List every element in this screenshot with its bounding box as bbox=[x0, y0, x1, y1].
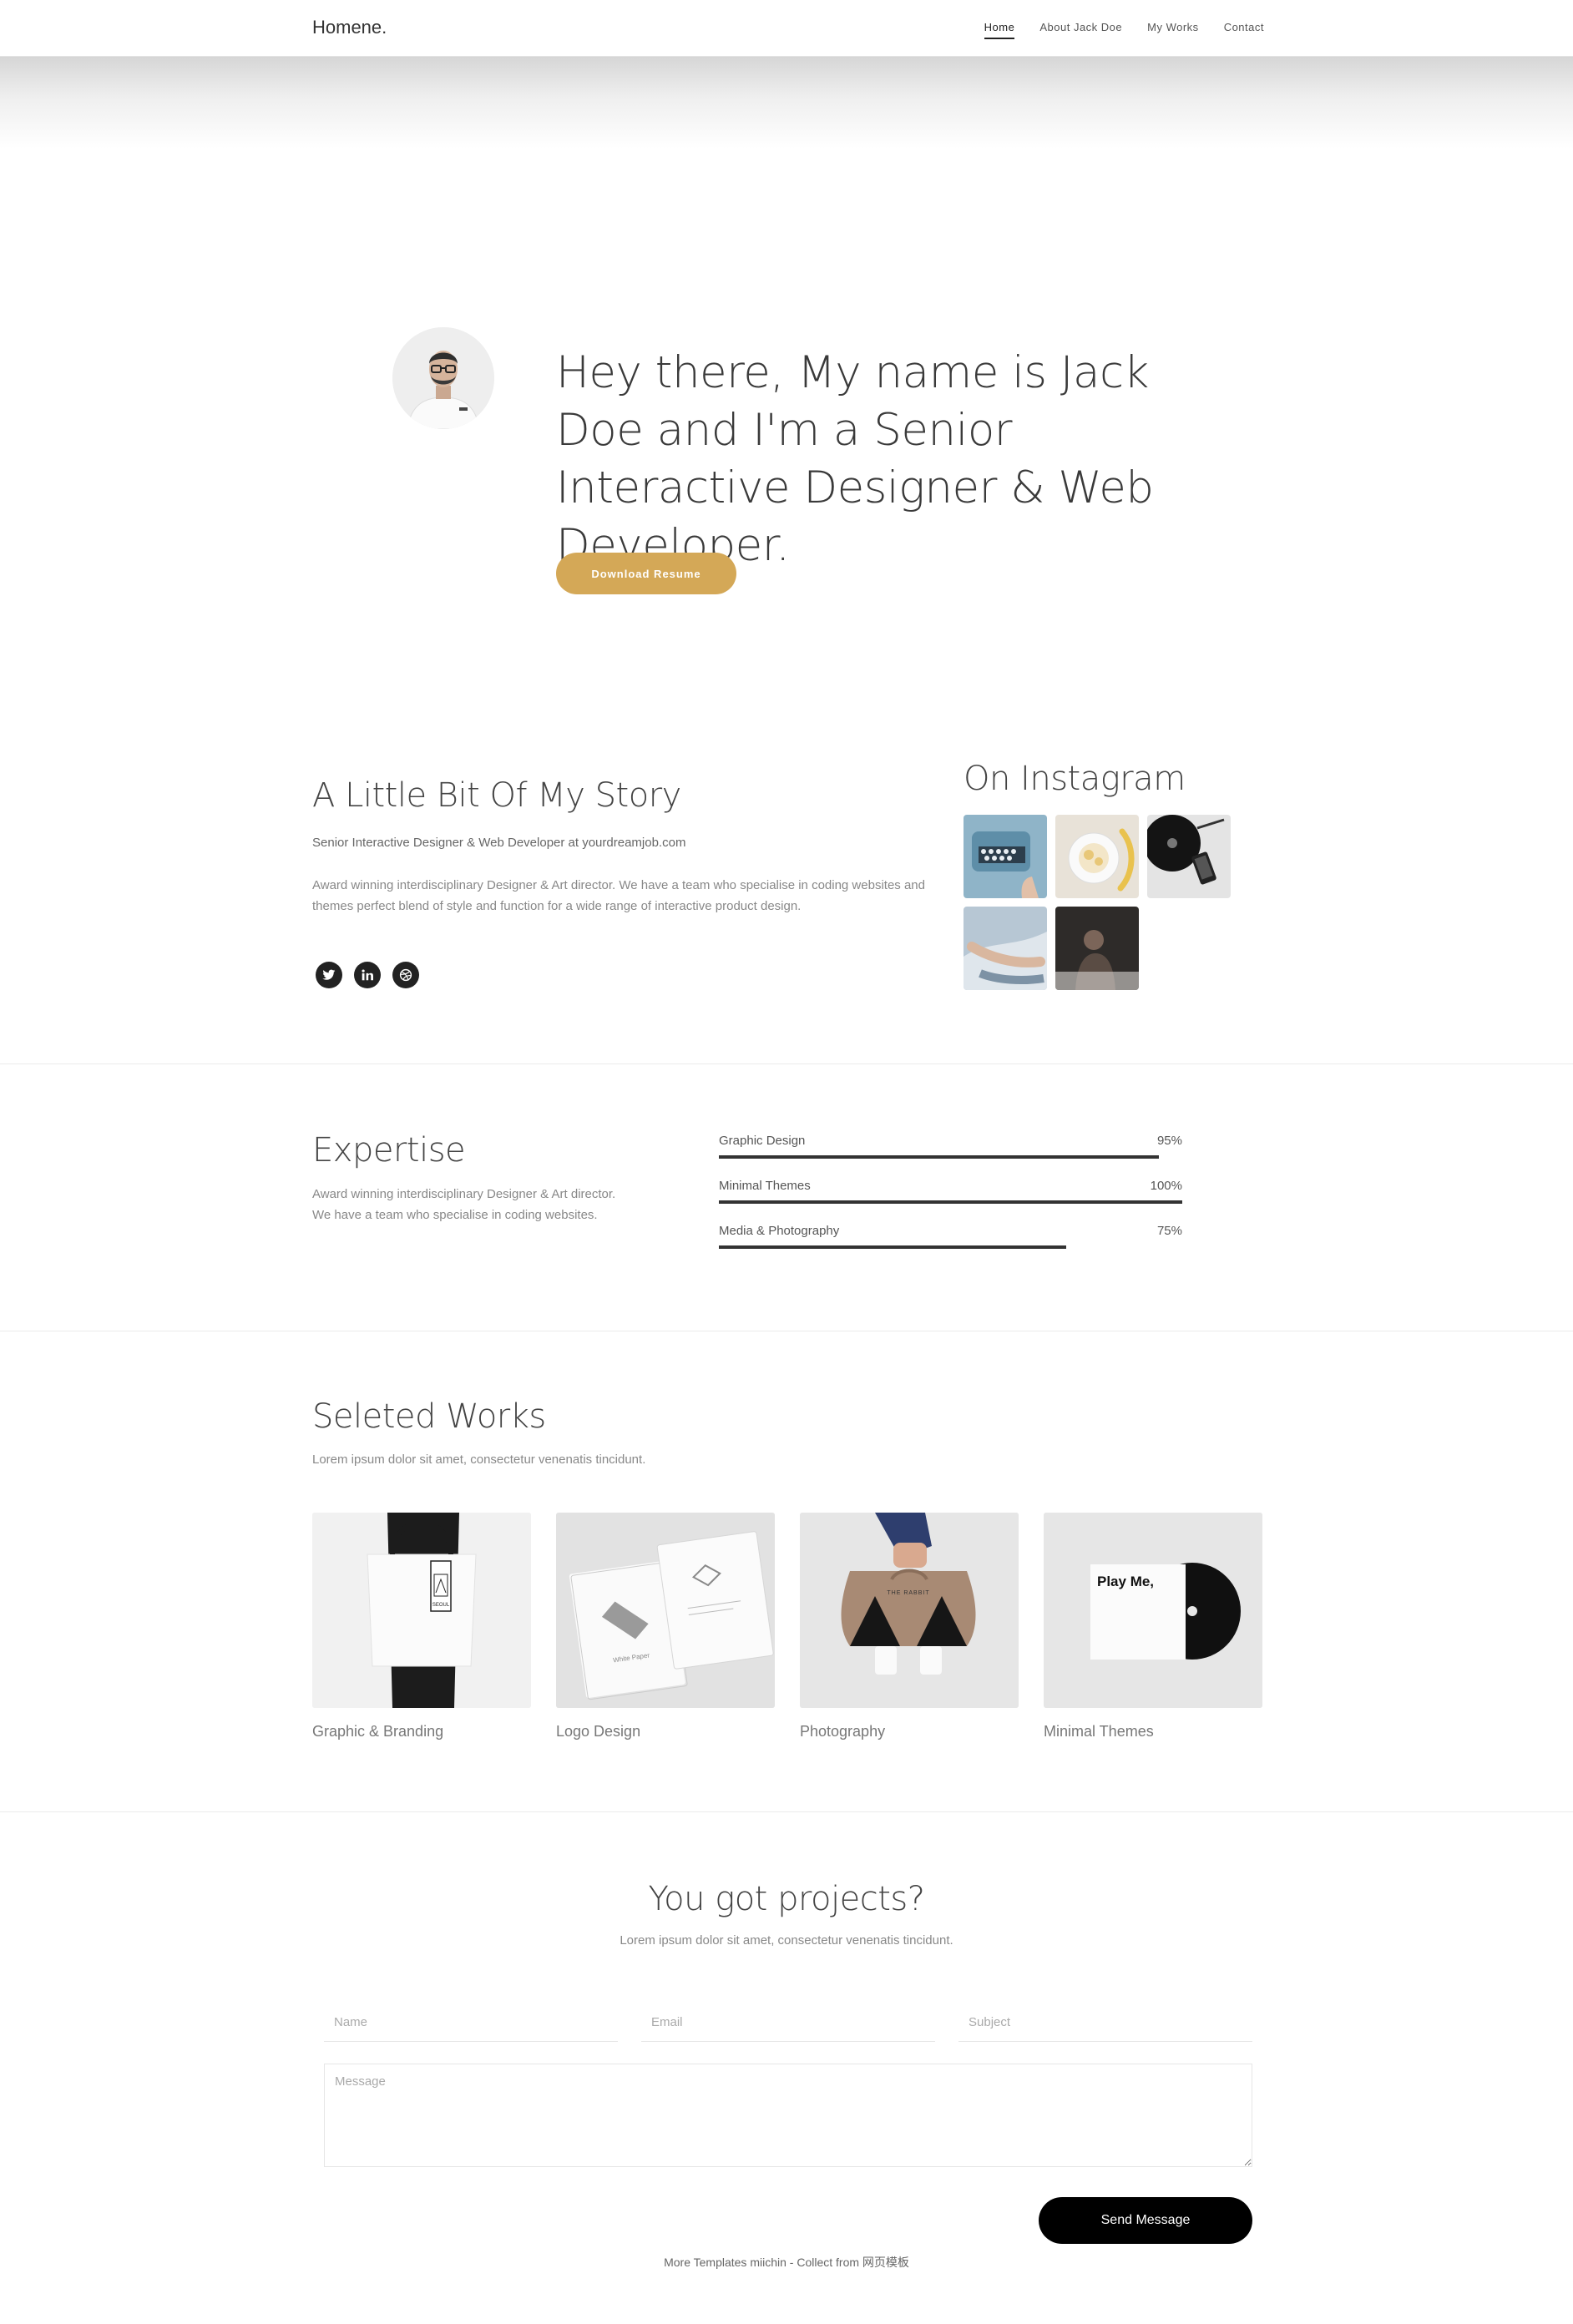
top-navbar: Homene. Home About Jack Doe My Works Con… bbox=[0, 0, 1573, 57]
social-links bbox=[316, 962, 419, 988]
skill-progress-track bbox=[719, 1200, 1182, 1204]
tote-bag-image[interactable]: SEOUL bbox=[312, 1513, 531, 1708]
footer-text: More Templates miichin - Collect from 网页… bbox=[664, 2256, 909, 2269]
nav-item-contact[interactable]: Contact bbox=[1224, 21, 1264, 39]
skill-progress-bar bbox=[719, 1200, 1182, 1204]
work-card-logo[interactable]: White Paper Logo Design bbox=[556, 1513, 775, 1740]
tag-text: SEOUL bbox=[432, 1603, 450, 1608]
download-resume-button[interactable]: Download Resume bbox=[556, 553, 736, 594]
nav-item-about[interactable]: About Jack Doe bbox=[1039, 21, 1122, 39]
works-subtitle: Lorem ipsum dolor sit amet, consectetur … bbox=[312, 1452, 646, 1467]
nav-item-home[interactable]: Home bbox=[984, 21, 1015, 39]
instagram-photo-vinyl[interactable] bbox=[1147, 815, 1231, 898]
contact-subtitle: Lorem ipsum dolor sit amet, consectetur … bbox=[620, 1933, 953, 1948]
vinyl-record-image[interactable]: Play Me, bbox=[1044, 1513, 1262, 1708]
work-card-branding[interactable]: SEOUL Graphic & Branding bbox=[312, 1513, 531, 1740]
profile-avatar bbox=[392, 327, 494, 429]
work-label[interactable]: Minimal Themes bbox=[1044, 1723, 1262, 1740]
message-textarea[interactable] bbox=[324, 2064, 1252, 2167]
work-label[interactable]: Photography bbox=[800, 1723, 1019, 1740]
skills-list: Graphic Design 95% Minimal Themes 100% M… bbox=[719, 1130, 1182, 1266]
business-cards-image[interactable]: White Paper bbox=[556, 1513, 775, 1708]
story-text: Award winning interdisciplinary Designer… bbox=[312, 878, 925, 913]
skill-progress-bar bbox=[719, 1245, 1067, 1249]
send-message-button[interactable]: Send Message bbox=[1039, 2197, 1252, 2244]
skill-value: 75% bbox=[1156, 1224, 1182, 1238]
work-card-minimal[interactable]: Play Me, Minimal Themes bbox=[1044, 1513, 1262, 1740]
cover-text: Play Me, bbox=[1097, 1574, 1154, 1589]
skill-value: 100% bbox=[1150, 1179, 1182, 1193]
story-subtitle: Senior Interactive Designer & Web Develo… bbox=[312, 836, 686, 850]
work-label[interactable]: Logo Design bbox=[556, 1723, 775, 1740]
skill-name: Media & Photography bbox=[719, 1224, 840, 1238]
skill-graphic-design: Graphic Design 95% bbox=[719, 1130, 1182, 1175]
hero-title: Hey there, My name is Jack Doe and I'm a… bbox=[556, 347, 1154, 571]
instagram-photo-typewriter[interactable] bbox=[964, 815, 1047, 898]
nav-item-works[interactable]: My Works bbox=[1147, 21, 1199, 39]
name-input[interactable] bbox=[324, 2003, 618, 2042]
works-grid: SEOUL Graphic & Branding White Paper Log… bbox=[312, 1513, 1262, 1740]
skill-name: Graphic Design bbox=[719, 1134, 806, 1148]
section-divider bbox=[0, 1811, 1573, 1812]
dribbble-icon[interactable] bbox=[392, 962, 419, 988]
skill-progress-track bbox=[719, 1155, 1182, 1159]
email-input[interactable] bbox=[641, 2003, 935, 2042]
story-title: A Little Bit Of My Story bbox=[312, 776, 681, 815]
skill-media-photography: Media & Photography 75% bbox=[719, 1220, 1182, 1266]
work-label[interactable]: Graphic & Branding bbox=[312, 1723, 531, 1740]
twitter-icon[interactable] bbox=[316, 962, 342, 988]
instagram-photo-breakfast[interactable] bbox=[1055, 815, 1139, 898]
skill-progress-track bbox=[719, 1245, 1182, 1249]
brand-text: THE RABBIT bbox=[887, 1590, 929, 1596]
header-gradient bbox=[0, 57, 1573, 149]
skill-minimal-themes: Minimal Themes 100% bbox=[719, 1175, 1182, 1220]
skill-value: 95% bbox=[1156, 1134, 1182, 1148]
linkedin-icon[interactable] bbox=[354, 962, 381, 988]
section-divider bbox=[0, 1063, 1573, 1064]
instagram-photo-lying-person[interactable] bbox=[964, 907, 1047, 990]
subject-input[interactable] bbox=[958, 2003, 1252, 2042]
cup-carrier-image[interactable]: THE RABBIT bbox=[800, 1513, 1019, 1708]
main-menu: Home About Jack Doe My Works Contact bbox=[984, 21, 1264, 39]
skill-progress-bar bbox=[719, 1155, 1160, 1159]
brand-logo[interactable]: Homene. bbox=[312, 17, 387, 38]
instagram-photo-dark-portrait[interactable] bbox=[1055, 907, 1139, 990]
instagram-title: On Instagram bbox=[964, 760, 1186, 798]
skill-name: Minimal Themes bbox=[719, 1179, 811, 1193]
works-title: Seleted Works bbox=[312, 1397, 546, 1436]
expertise-title: Expertise bbox=[312, 1131, 466, 1170]
contact-title: You got projects? bbox=[648, 1880, 925, 1918]
expertise-text: Award winning interdisciplinary Designer… bbox=[312, 1187, 616, 1222]
instagram-grid bbox=[964, 815, 1231, 990]
work-card-photography[interactable]: THE RABBIT Photography bbox=[800, 1513, 1019, 1740]
